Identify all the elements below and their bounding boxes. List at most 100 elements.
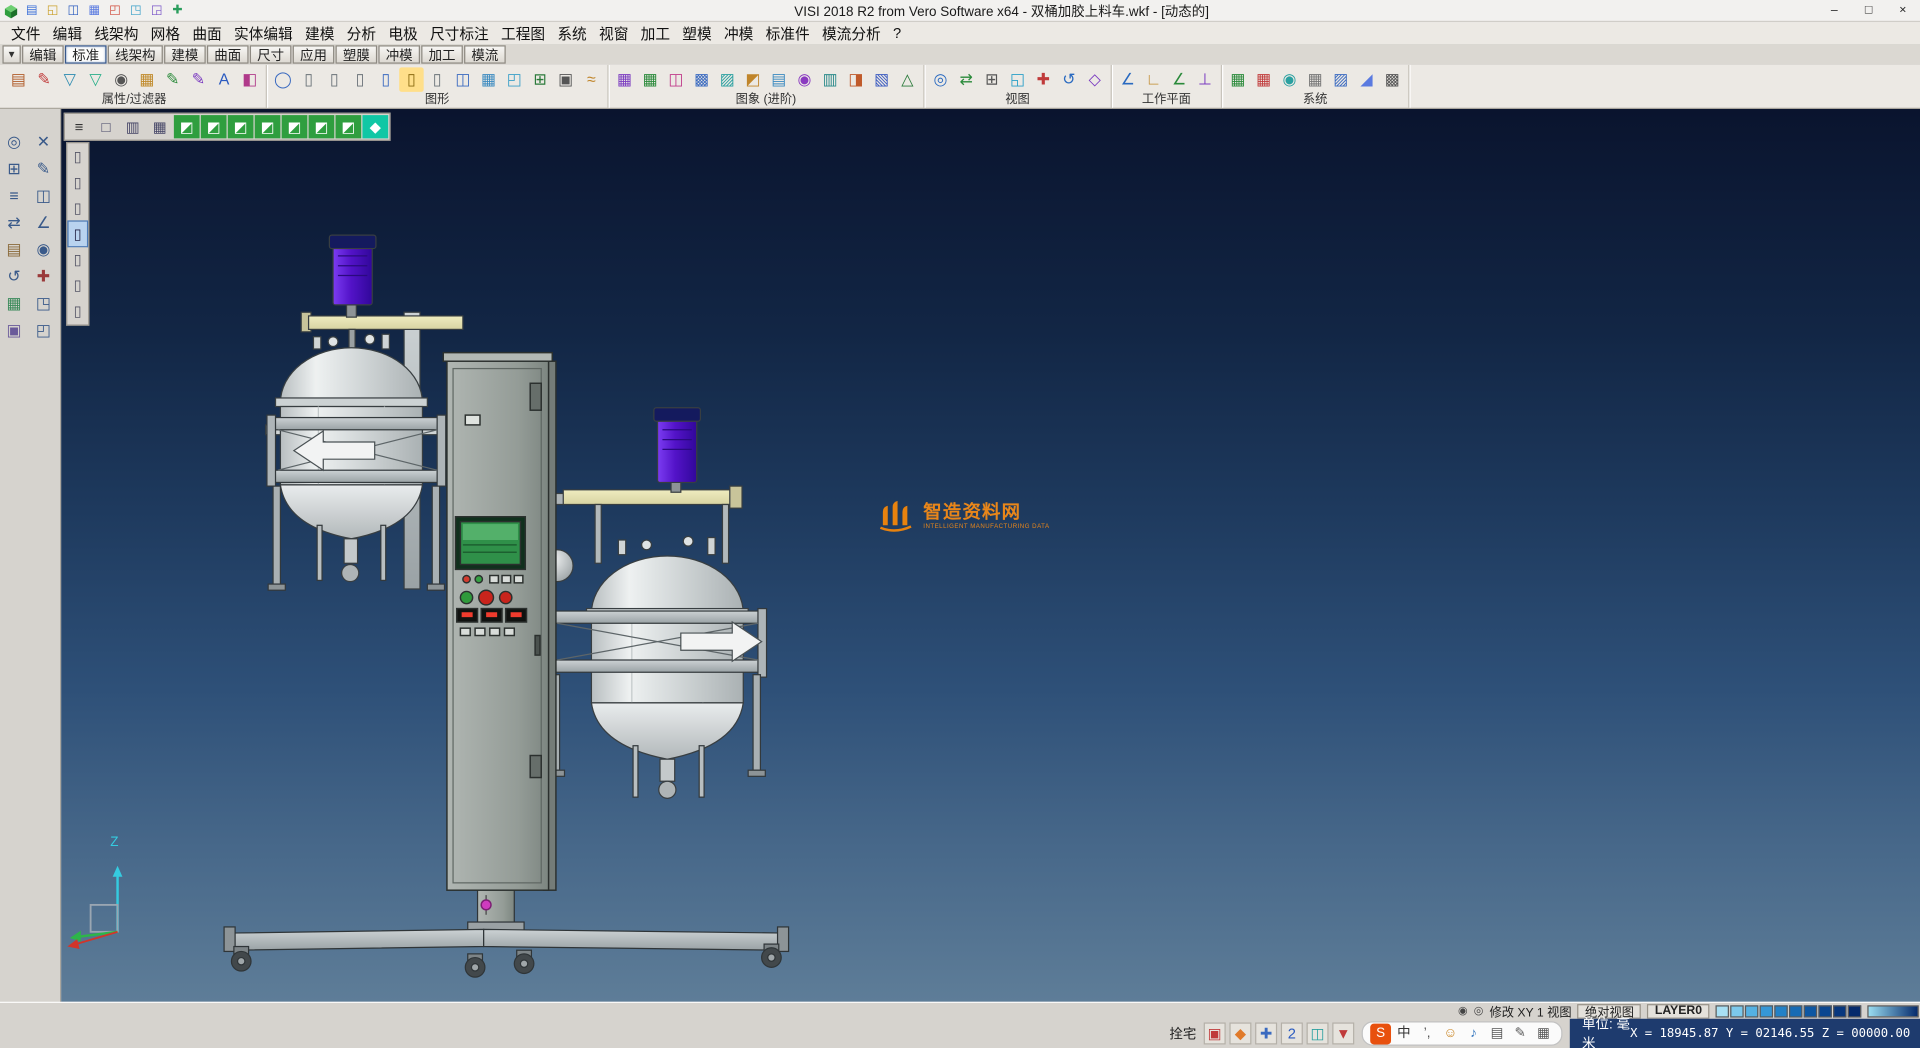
toolbar-tab[interactable]: 编辑 [22,45,64,63]
layers-tool-icon[interactable]: ▤ [2,236,26,260]
system-grid-icon[interactable]: ▦ [1251,67,1275,91]
color-table-icon[interactable]: ▦ [1226,67,1250,91]
edit-attributes-icon[interactable]: ✎ [32,67,56,91]
view-toggle-b-icon[interactable]: ◎ [1474,1004,1484,1017]
layer-color-swatch[interactable] [1774,1005,1787,1017]
menu-item[interactable]: 实体编辑 [228,23,299,44]
cylinder-icon[interactable]: ▯ [348,67,372,91]
mesh-tool-icon[interactable]: ▦ [2,290,26,314]
undo-tool-icon[interactable]: ↺ [2,263,26,287]
menu-item[interactable]: 模流分析 [816,23,887,44]
solid-box-icon[interactable]: ▣ [553,67,577,91]
snap-status-icon[interactable]: ◆ [1229,1022,1251,1044]
view-iso-icon[interactable]: ◩ [336,115,362,138]
menu-item[interactable]: 编辑 [47,23,89,44]
ramp-icon[interactable]: ◢ [1354,67,1378,91]
vertical-toolbar-button[interactable]: ▯ [69,144,87,168]
cylinder-icon[interactable]: ▯ [322,67,346,91]
layer-color-swatch[interactable] [1789,1005,1802,1017]
attributes-icon[interactable]: ▤ [6,67,30,91]
menu-item[interactable]: 文件 [5,23,47,44]
ime-language-icon[interactable]: 中 [1393,1023,1414,1044]
globe-icon[interactable]: ◉ [1277,67,1301,91]
toolbar-tab[interactable]: 尺寸 [250,45,292,63]
snap-icon[interactable]: ⊞ [2,156,26,180]
vertical-toolbar-button[interactable]: ▯ [69,247,87,271]
toolbar-tab[interactable]: 塑膜 [336,45,378,63]
vertical-toolbar-button[interactable]: ▯ [69,299,87,323]
layer-gradient-bar[interactable] [1867,1005,1918,1017]
filter-icon[interactable]: ▽ [58,67,82,91]
window-zoom-icon[interactable]: ◱ [1005,67,1029,91]
zoom-icon[interactable]: ◎ [928,67,952,91]
rotate-view-icon[interactable]: ↺ [1057,67,1081,91]
layer-color-swatch[interactable] [1760,1005,1773,1017]
ime-toolbox-icon[interactable]: ▦ [1533,1023,1554,1044]
toolbar-tab[interactable]: 模流 [464,45,506,63]
layer-color-swatch[interactable] [1730,1005,1743,1017]
plus-grid-icon[interactable]: ⊞ [528,67,552,91]
toolbar-tab[interactable]: 应用 [293,45,335,63]
layer-color-swatch[interactable] [1804,1005,1817,1017]
wave-icon[interactable]: ≈ [579,67,603,91]
clipboard-status-icon[interactable]: ▣ [1204,1022,1226,1044]
triangle-icon[interactable]: △ [895,67,919,91]
menu-item[interactable]: 工程图 [495,23,551,44]
add-tool-icon[interactable]: ✚ [31,263,55,287]
preview-icon[interactable]: ◰ [107,2,124,19]
new-window-icon[interactable]: ✚ [169,2,186,19]
pencil-green-icon[interactable]: ✎ [160,67,184,91]
counter-status-icon[interactable]: 2 [1281,1022,1303,1044]
vertical-toolbar-button[interactable]: ▯ [69,196,87,220]
hatch-icon[interactable]: ▨ [715,67,739,91]
menu-item[interactable]: 尺寸标注 [424,23,495,44]
texture-icon[interactable]: ◫ [664,67,688,91]
palette-icon[interactable]: ◧ [238,67,262,91]
frame-tool-icon[interactable]: ◰ [31,317,55,341]
probe-icon[interactable]: ◉ [31,236,55,260]
ime-keyboard-icon[interactable]: ▤ [1487,1023,1508,1044]
open-file-icon[interactable]: ◱ [44,2,61,19]
plane-rotate-icon[interactable]: ∠ [1167,67,1191,91]
sogou-logo-icon[interactable]: S [1370,1023,1391,1044]
viewport-split-icon[interactable]: ▥ [120,115,146,138]
pencil-purple-icon[interactable]: ✎ [186,67,210,91]
menu-item[interactable]: ? [887,24,907,41]
viewport-window-icon[interactable]: □ [93,115,119,138]
fit-view-icon[interactable]: ⊞ [980,67,1004,91]
iso-icon[interactable]: ◇ [1082,67,1106,91]
toolbar-tab[interactable]: 曲面 [207,45,249,63]
menu-item[interactable]: 电极 [382,23,424,44]
viewport-3d[interactable]: ≡□▥▦◩◩◩◩◩◩◩◆ ▯▯▯▯▯▯▯ Z [61,109,1920,1002]
viewport-grid-icon[interactable]: ▦ [147,115,173,138]
toolbar-tab[interactable]: 标准 [65,45,107,63]
toolbar-tab[interactable]: 加工 [421,45,463,63]
box-icon[interactable]: ▯ [373,67,397,91]
toolbar-tab[interactable]: 线架构 [108,45,163,63]
viewport-menu-icon[interactable]: ≡ [66,115,92,138]
lines-icon[interactable]: ▤ [767,67,791,91]
menu-item[interactable]: 视窗 [593,23,635,44]
view-toggle-a-icon[interactable]: ◉ [1458,1004,1468,1017]
export-tool-icon[interactable]: ◳ [31,290,55,314]
corner-box-icon[interactable]: ◰ [502,67,526,91]
layer-color-swatch[interactable] [1818,1005,1831,1017]
close-button[interactable]: × [1886,0,1920,21]
eye-filter-icon[interactable]: ◉ [109,67,133,91]
layer-button[interactable]: LAYER0 [1647,1003,1709,1018]
toolbar-tab[interactable]: 建模 [164,45,206,63]
pane-tool-icon[interactable]: ◫ [31,182,55,206]
material-icon[interactable]: ▩ [689,67,713,91]
minimize-button[interactable]: – [1817,0,1851,21]
plane-normal-icon[interactable]: ⊥ [1193,67,1217,91]
diag-hatch-icon[interactable]: ▧ [869,67,893,91]
menu-item[interactable]: 分析 [341,23,383,44]
new-document-icon[interactable]: ▤ [23,2,40,19]
view-dynamic-icon[interactable]: ◆ [362,115,388,138]
view-back-icon[interactable]: ◩ [282,115,308,138]
layer-grid-icon[interactable]: ▦ [135,67,159,91]
cylinder-icon[interactable]: ▯ [296,67,320,91]
lock-toggle[interactable]: 拴宅 [1169,1024,1196,1044]
lens-icon[interactable]: ◉ [792,67,816,91]
center-icon[interactable]: ✚ [1031,67,1055,91]
